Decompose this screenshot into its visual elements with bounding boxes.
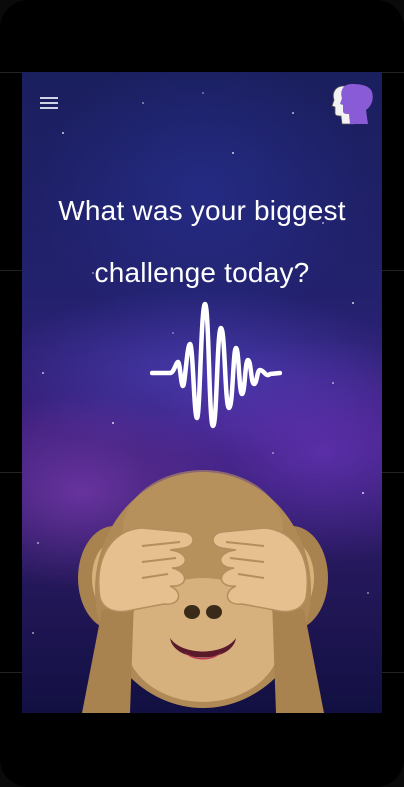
menu-icon[interactable] xyxy=(40,94,62,112)
app-screen: What was your biggest challenge today? xyxy=(22,72,382,713)
see-no-evil-monkey-emoji xyxy=(72,450,334,713)
sound-wave-icon[interactable] xyxy=(149,300,283,430)
phone-frame: What was your biggest challenge today? xyxy=(0,0,404,787)
profile-head-icon[interactable] xyxy=(330,82,374,128)
question-prompt: What was your biggest challenge today? xyxy=(22,180,382,304)
question-line-2: challenge today? xyxy=(94,257,310,288)
question-line-1: What was your biggest xyxy=(58,195,346,226)
